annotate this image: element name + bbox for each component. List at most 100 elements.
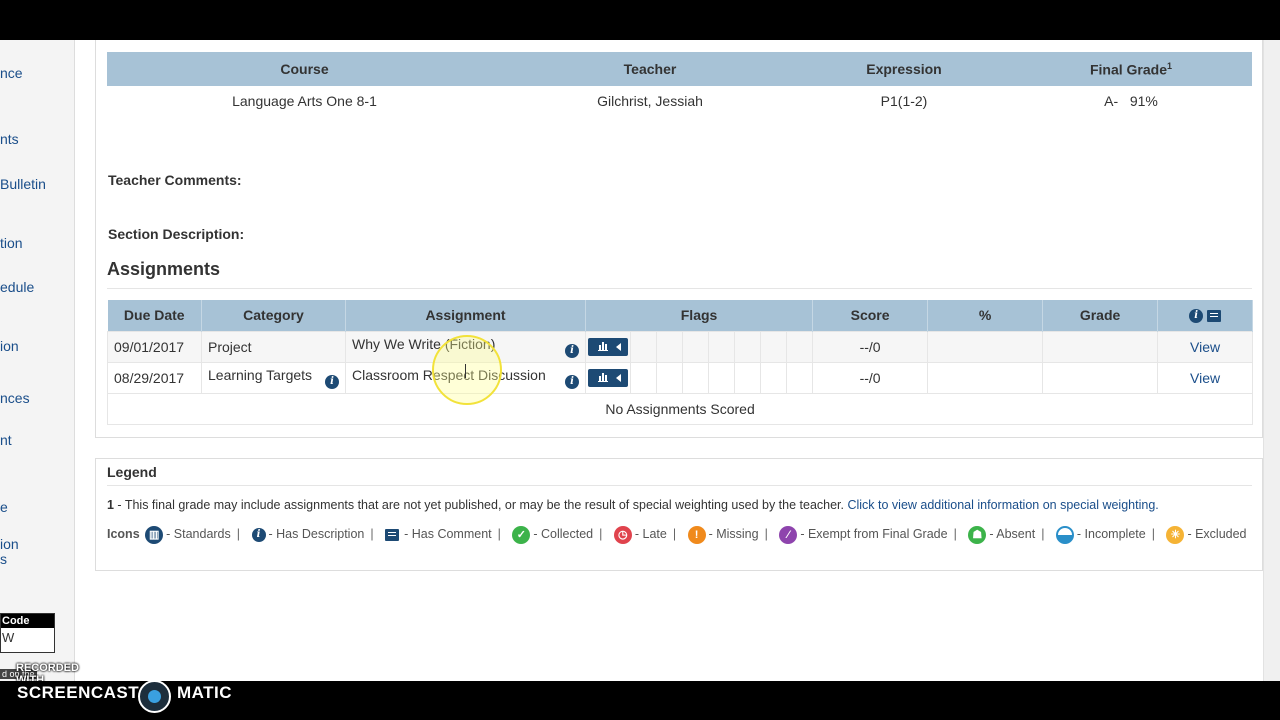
legend-icons: Icons ▥ - Standards | i- Has Description | … — [107, 523, 1247, 545]
district-code-box: Code W — [0, 613, 55, 653]
sidebar-item-bulletin[interactable]: Bulletin — [0, 177, 46, 192]
course-row: Language Arts One 8-1 Gilchrist, Jessiah… — [107, 86, 1252, 116]
legend-standards: ▥ - Standards — [143, 525, 231, 544]
legend-separator: | — [599, 527, 603, 541]
info-icon: i — [1189, 309, 1204, 324]
final-grade-percent: 91% — [1129, 93, 1158, 109]
description-info-icon[interactable]: i — [565, 343, 579, 358]
flag-cell — [630, 330, 657, 363]
flags-header: Flags — [585, 300, 814, 331]
legend-late-label: - Late — [634, 527, 667, 541]
no-assignments-message: No Assignments Scored — [106, 392, 1254, 425]
view-cell: View — [1157, 361, 1254, 394]
sidebar-item-information[interactable]: tion — [0, 236, 23, 251]
legend-standards-label: - Standards — [166, 527, 231, 541]
footnote-text: - This final grade may include assignmen… — [113, 498, 848, 512]
caret-left-icon — [616, 373, 621, 382]
flag-cell — [785, 330, 814, 363]
percent-cell — [927, 361, 1044, 394]
page-scrollbar[interactable] — [1263, 40, 1280, 681]
category-info-icon[interactable]: i — [325, 374, 339, 389]
comment-icon — [1207, 310, 1222, 323]
sidebar-item-assignments[interactable]: nts — [0, 132, 19, 147]
missing-icon: ! — [687, 525, 706, 544]
category-name: Learning Targets — [208, 366, 313, 383]
legend-excluded-label: - Excluded — [1187, 527, 1247, 541]
screencast-watermark-bar: SCREENCAST MATIC — [0, 680, 1280, 720]
legend-separator: | — [497, 527, 501, 541]
assignment-header[interactable]: Assignment — [345, 300, 586, 331]
sidebar-item-options[interactable]: s — [0, 552, 7, 567]
teacher-name: Gilchrist, Jessiah — [597, 93, 703, 109]
sidebar-item-account[interactable]: nt — [0, 433, 12, 448]
bar-chart-icon — [598, 341, 608, 351]
legend-absent-label: - Absent — [989, 527, 1036, 541]
district-code-label: Code — [1, 614, 54, 628]
special-weighting-link[interactable]: Click to view additional information on … — [847, 498, 1158, 512]
legend-separator: | — [953, 527, 957, 541]
legend-heading: Legend — [107, 464, 157, 480]
legend-missing: ! - Missing — [686, 525, 759, 544]
teacher-header: Teacher — [502, 52, 798, 86]
has-comment-icon — [385, 528, 400, 541]
course-detail-panel: Course Teacher Expression Final Grade1 L… — [95, 40, 1263, 438]
section-description-label: Section Description: — [108, 226, 245, 242]
sidebar-item-registration[interactable]: ion — [0, 339, 19, 354]
sidebar-item-preferences[interactable]: nces — [0, 391, 30, 406]
score-header[interactable]: Score — [812, 300, 929, 331]
legend-separator: | — [236, 527, 241, 541]
flag-cell — [734, 330, 761, 363]
legend-has-description: i- Has Description — [250, 527, 365, 542]
excluded-icon: ✳ — [1166, 525, 1185, 544]
standards-toggle-button[interactable] — [588, 337, 628, 356]
legend-separator: | — [370, 527, 374, 541]
legend-has-description-label: - Has Description — [268, 527, 365, 541]
absent-icon: ☗ — [968, 525, 987, 544]
flag-cell — [656, 361, 683, 394]
percent-header[interactable]: % — [927, 300, 1044, 331]
legend-panel: Legend 1 - This final grade may include … — [95, 458, 1263, 571]
due-date-cell: 08/29/2017 — [107, 361, 202, 394]
flag-cell — [760, 361, 787, 394]
final-grade-value: A- 91% — [1010, 86, 1252, 116]
final-grade-header-label: Final Grade — [1089, 61, 1167, 78]
flag-cell — [734, 361, 761, 394]
due-date-header[interactable]: Due Date — [107, 300, 202, 331]
flag-cell — [785, 361, 814, 394]
legend-has-comment-label: - Has Comment — [404, 527, 492, 541]
legend-excluded: ✳ - Excluded — [1164, 525, 1247, 544]
sidebar-item-option[interactable]: ion — [0, 537, 19, 552]
assignments-header-row: Due Date Category Assignment Flags Score… — [107, 300, 1254, 331]
icons-header: i — [1157, 300, 1254, 331]
sidebar-item-attendance[interactable]: nce — [0, 66, 23, 81]
legend-incomplete: - Incomplete — [1054, 525, 1146, 544]
assignments-divider — [107, 288, 1252, 289]
flag-cell — [656, 330, 683, 363]
legend-absent: ☗ - Absent — [966, 525, 1036, 544]
percent-cell — [927, 330, 1044, 363]
legend-exempt-label: - Exempt from Final Grade — [800, 527, 948, 541]
grade-cell — [1042, 361, 1159, 394]
description-info-icon[interactable]: i — [565, 374, 579, 389]
assignments-table: Due Date Category Assignment Flags Score… — [106, 300, 1254, 425]
view-link[interactable]: View — [1190, 339, 1220, 355]
course-summary-table: Course Teacher Expression Final Grade1 L… — [107, 52, 1252, 116]
assignments-heading: Assignments — [107, 259, 221, 279]
legend-exempt: ⁄ - Exempt from Final Grade — [777, 525, 948, 544]
sidebar-item-schedule[interactable]: edule — [0, 280, 34, 295]
sidebar-item-e[interactable]: e — [0, 500, 8, 515]
grade-header[interactable]: Grade — [1042, 300, 1159, 331]
flag-cell — [708, 361, 735, 394]
flag-cell — [630, 361, 657, 394]
has-description-icon: i — [251, 527, 266, 542]
screencast-logo-icon — [138, 680, 171, 713]
standards-toggle-button[interactable] — [588, 368, 628, 387]
score-cell: --/0 — [812, 361, 929, 394]
grade-cell — [1042, 330, 1159, 363]
exempt-icon: ⁄ — [779, 525, 798, 544]
view-link[interactable]: View — [1190, 370, 1220, 386]
expression-header-label: Expression — [866, 61, 942, 77]
category-header[interactable]: Category — [201, 300, 346, 331]
late-icon: ◷ — [613, 525, 632, 544]
standards-flag-cell — [585, 361, 631, 394]
